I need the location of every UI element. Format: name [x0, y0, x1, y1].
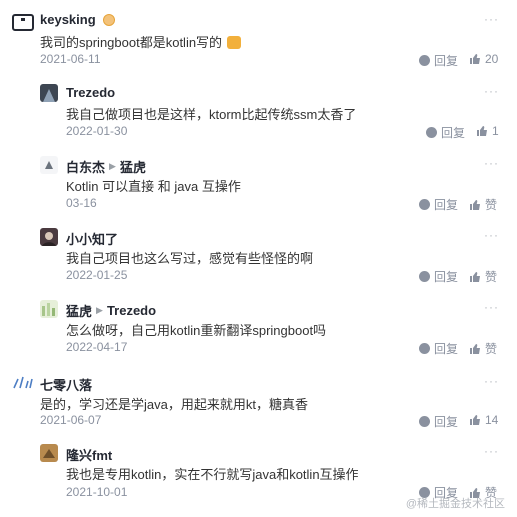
- reply-button[interactable]: 回复: [426, 124, 465, 141]
- comment-text: Kotlin 可以直接 和 java 互操作: [66, 179, 241, 194]
- author-name[interactable]: 七零八落: [40, 375, 92, 394]
- comment-date: 2021-06-07: [40, 413, 102, 427]
- like-button[interactable]: 1: [476, 124, 499, 138]
- cat-emoji-icon: [226, 36, 241, 49]
- level-badge-icon: [102, 13, 115, 26]
- reply-to-name[interactable]: Trezedo: [107, 303, 156, 318]
- author-name[interactable]: 白东杰 ▶ 猛虎: [66, 157, 146, 176]
- like-button[interactable]: 14: [469, 413, 498, 427]
- reply-button[interactable]: 回复: [419, 196, 458, 213]
- reply-button[interactable]: 回复: [419, 52, 458, 69]
- author-name[interactable]: 小小知了: [66, 229, 118, 248]
- comment-item: 白东杰 ▶ 猛虎 ··· Kotlin 可以直接 和 java 互操作 03-1…: [0, 144, 517, 216]
- comment-date: 2022-01-25: [66, 268, 128, 282]
- comment-item: keysking ··· 我司的springboot都是kotlin写的 202…: [0, 0, 517, 72]
- comment-date: 03-16: [66, 196, 97, 210]
- comment-text: 是的，学习还是学java，用起来就用kt，糖真香: [40, 397, 308, 412]
- author-name[interactable]: keysking: [40, 12, 115, 27]
- comment-text: 我自己做项目也是这样，ktorm比起传统ssm太香了: [66, 107, 357, 122]
- comment-text: 我司的springboot都是kotlin写的: [40, 32, 241, 51]
- reply-arrow-icon: ▶: [109, 161, 116, 171]
- more-dots-icon[interactable]: ···: [484, 228, 499, 242]
- comment-date: 2021-10-01: [66, 485, 128, 499]
- comment-bubble-icon: [419, 55, 430, 66]
- more-dots-icon[interactable]: ···: [484, 444, 499, 458]
- more-dots-icon[interactable]: ···: [484, 374, 499, 388]
- comment-bubble-icon: [419, 416, 430, 427]
- thumbs-up-icon: [476, 125, 488, 137]
- comment-date: 2021-06-11: [40, 52, 101, 66]
- comment-item: 七零八落 ··· 是的，学习还是学java，用起来就用kt，糖真香 2021-0…: [0, 360, 517, 432]
- more-dots-icon[interactable]: ···: [484, 12, 499, 26]
- more-dots-icon[interactable]: ···: [484, 156, 499, 170]
- comment-item: 小小知了 ··· 我自己项目也这么写过，感觉有些怪怪的啊 2022-01-25 …: [0, 216, 517, 288]
- avatar[interactable]: [40, 156, 58, 174]
- avatar[interactable]: [12, 374, 34, 392]
- like-button[interactable]: 赞: [469, 340, 497, 357]
- comment-bubble-icon: [426, 127, 437, 138]
- thumbs-up-icon: [469, 53, 481, 65]
- comment-text: 怎么做呀，自己用kotlin重新翻译springboot吗: [66, 323, 327, 338]
- author-name[interactable]: 猛虎 ▶ Trezedo: [66, 301, 156, 320]
- like-button[interactable]: 20: [469, 52, 498, 66]
- comment-date: 2022-04-17: [66, 340, 128, 354]
- thumbs-up-icon: [469, 271, 481, 283]
- reply-button[interactable]: 回复: [419, 413, 458, 430]
- thumbs-up-icon: [469, 414, 481, 426]
- thumbs-up-icon: [469, 343, 481, 355]
- comment-bubble-icon: [419, 199, 430, 210]
- avatar[interactable]: [40, 300, 58, 318]
- reply-arrow-icon: ▶: [96, 305, 103, 315]
- comment-text: 我也是专用kotlin，实在不行就写java和kotlin互操作: [66, 467, 359, 482]
- thumbs-up-icon: [469, 199, 481, 211]
- more-dots-icon[interactable]: ···: [484, 300, 499, 314]
- avatar[interactable]: [40, 84, 58, 102]
- comment-bubble-icon: [419, 271, 430, 282]
- like-button[interactable]: 赞: [469, 268, 497, 285]
- comment-date: 2022-01-30: [66, 124, 128, 138]
- avatar[interactable]: [40, 444, 58, 462]
- comment-item: Trezedo ··· 我自己做项目也是这样，ktorm比起传统ssm太香了 2…: [0, 72, 517, 144]
- author-name[interactable]: 隆兴fmt: [66, 445, 112, 464]
- watermark: @稀土掘金技术社区: [405, 498, 505, 510]
- comment-bubble-icon: [419, 343, 430, 354]
- more-dots-icon[interactable]: ···: [484, 84, 499, 98]
- reply-button[interactable]: 回复: [419, 268, 458, 285]
- reply-to-name[interactable]: 猛虎: [120, 157, 146, 176]
- avatar[interactable]: [12, 12, 34, 34]
- like-button[interactable]: 赞: [469, 196, 497, 213]
- author-name[interactable]: Trezedo: [66, 85, 115, 100]
- avatar[interactable]: [40, 228, 58, 246]
- comment-text: 我自己项目也这么写过，感觉有些怪怪的啊: [66, 251, 314, 266]
- comment-item: 猛虎 ▶ Trezedo ··· 怎么做呀，自己用kotlin重新翻译sprin…: [0, 288, 517, 360]
- reply-button[interactable]: 回复: [419, 340, 458, 357]
